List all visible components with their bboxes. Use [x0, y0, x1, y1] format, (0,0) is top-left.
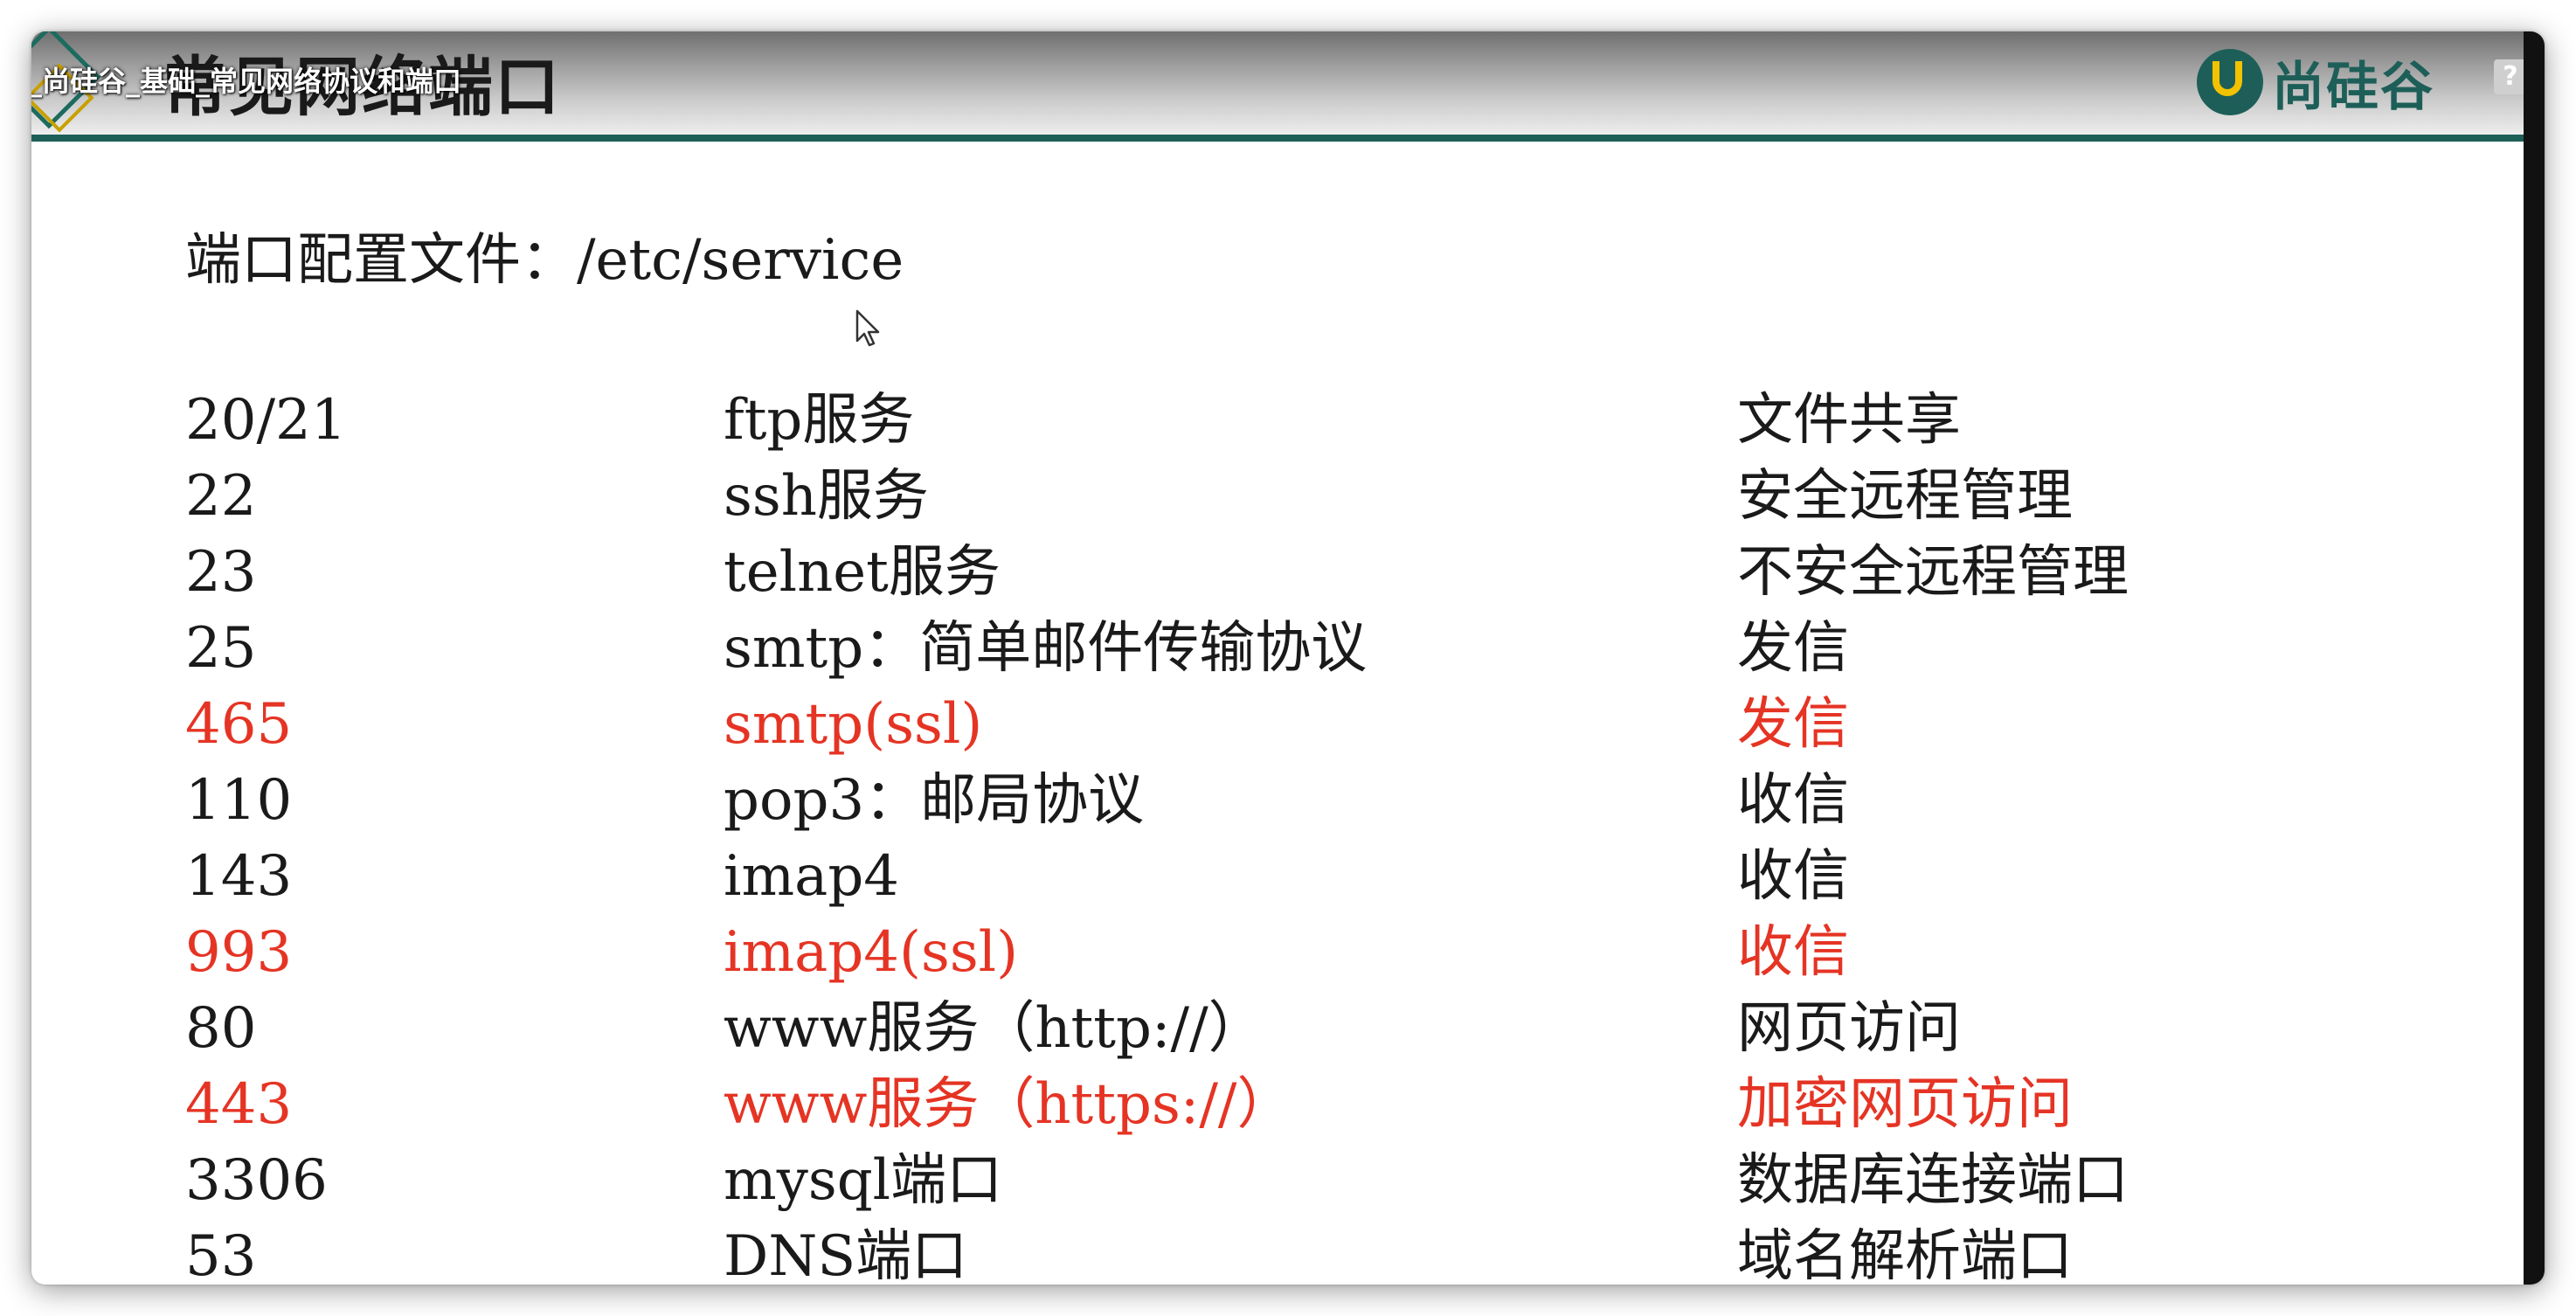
port-usage: 网页访问 — [1737, 996, 1961, 1061]
service-name: imap4(ssl) — [724, 920, 1019, 985]
service-name: mysql端口 — [724, 1148, 1003, 1213]
port-row: 22 ssh服务 安全远程管理 — [185, 459, 2457, 535]
port-row: 465 smtp(ssl) 发信 — [185, 687, 2457, 763]
service-name: www服务（https://） — [724, 1072, 1293, 1137]
port-number: 993 — [185, 920, 293, 985]
question-icon[interactable]: ? — [2494, 59, 2527, 94]
service-name: ftp服务 — [724, 388, 915, 453]
video-title: _尚硅谷_基础_常见网络协议和端口 — [31, 65, 462, 98]
service-name: telnet服务 — [724, 540, 1001, 605]
port-row: 23 telnet服务 不安全远程管理 — [185, 535, 2457, 611]
service-name: www服务（http://） — [724, 996, 1264, 1061]
brand-name: 尚硅谷 — [2272, 56, 2434, 118]
mouse-cursor-icon — [855, 309, 880, 347]
port-usage: 收信 — [1737, 920, 1849, 985]
port-usage: 域名解析端口 — [1737, 1224, 2073, 1285]
slide: 常见网络端口 _尚硅谷_基础_常见网络协议和端口 尚硅谷 ? 端口配置文件：/e… — [31, 31, 2527, 1285]
video-frame: 常见网络端口 _尚硅谷_基础_常见网络协议和端口 尚硅谷 ? 端口配置文件：/e… — [31, 31, 2545, 1285]
title-divider — [31, 135, 2524, 142]
port-row: 3306 mysql端口 数据库连接端口 — [185, 1143, 2457, 1219]
port-usage: 文件共享 — [1737, 388, 1961, 453]
config-file-line: 端口配置文件：/etc/service — [185, 228, 904, 293]
port-row: 53 DNS端口 域名解析端口 — [185, 1219, 2457, 1285]
port-row: 110 pop3：邮局协议 收信 — [185, 763, 2457, 839]
port-usage: 发信 — [1737, 692, 1849, 757]
service-name: DNS端口 — [724, 1224, 968, 1285]
service-name: ssh服务 — [724, 464, 929, 529]
port-number: 20/21 — [185, 388, 347, 453]
port-number: 143 — [185, 844, 293, 909]
port-usage: 收信 — [1737, 844, 1849, 909]
port-usage: 安全远程管理 — [1737, 464, 2073, 529]
port-number: 110 — [185, 768, 293, 833]
port-number: 22 — [185, 464, 257, 529]
port-usage: 数据库连接端口 — [1737, 1148, 2129, 1213]
port-usage: 收信 — [1737, 768, 1849, 833]
brand-logo: 尚硅谷 — [2197, 40, 2434, 124]
service-name: pop3：邮局协议 — [724, 768, 1145, 833]
port-row: 143 imap4 收信 — [185, 839, 2457, 915]
service-name: imap4 — [724, 844, 899, 909]
port-usage: 不安全远程管理 — [1737, 540, 2129, 605]
port-usage: 加密网页访问 — [1737, 1072, 2073, 1137]
port-row: 443 www服务（https://） 加密网页访问 — [185, 1067, 2457, 1143]
port-table: 20/21 ftp服务 文件共享 22 ssh服务 安全远程管理 23 telnet服务 不安全… — [185, 383, 2457, 1285]
port-row: 25 smtp：简单邮件传输协议 发信 — [185, 611, 2457, 687]
service-name: smtp：简单邮件传输协议 — [724, 616, 1368, 681]
port-row: 993 imap4(ssl) 收信 — [185, 915, 2457, 991]
port-number: 465 — [185, 692, 293, 757]
port-number: 443 — [185, 1072, 293, 1137]
port-number: 53 — [185, 1224, 257, 1285]
port-number: 3306 — [185, 1148, 328, 1213]
port-number: 23 — [185, 540, 257, 605]
port-row: 20/21 ftp服务 文件共享 — [185, 383, 2457, 459]
frame-edge — [2524, 31, 2545, 1285]
port-row: 80 www服务（http://） 网页访问 — [185, 991, 2457, 1067]
port-number: 25 — [185, 616, 257, 681]
port-usage: 发信 — [1737, 616, 1849, 681]
service-name: smtp(ssl) — [724, 692, 983, 757]
brand-mark-icon — [2197, 49, 2263, 115]
port-number: 80 — [185, 996, 257, 1061]
